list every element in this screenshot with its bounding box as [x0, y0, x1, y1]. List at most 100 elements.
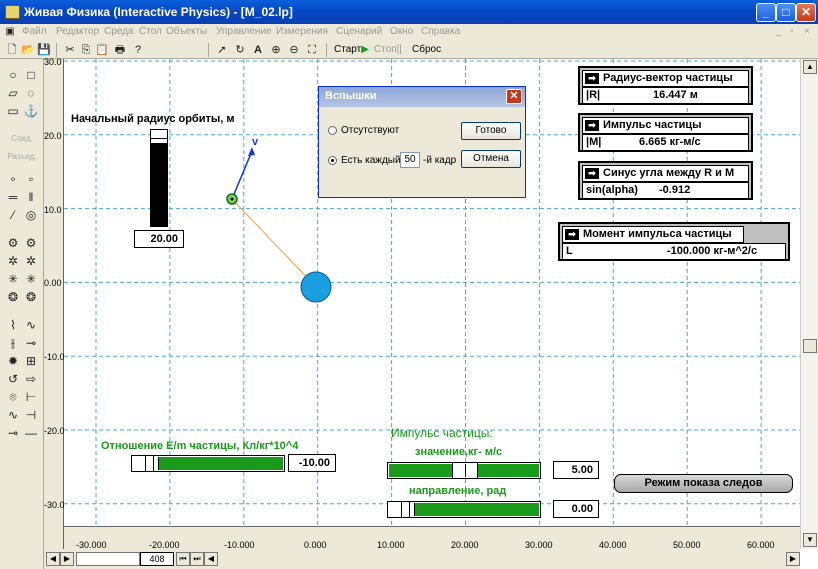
scroll-left-icon[interactable]: ◀	[204, 552, 218, 566]
slot-tool-icon[interactable]: ‖	[23, 189, 39, 205]
slider-knob[interactable]	[452, 463, 478, 478]
dialog-close-icon[interactable]: ✕	[506, 89, 522, 104]
step-forward-icon[interactable]: ⏭	[190, 552, 204, 566]
menu-objects[interactable]: Объекты	[166, 26, 207, 37]
square-tool-icon[interactable]: ▭	[5, 103, 21, 119]
motor-icon[interactable]: ✲	[5, 253, 21, 269]
spring-icon[interactable]: ⌇	[5, 317, 21, 333]
circle-tool-icon[interactable]: ○	[5, 67, 21, 83]
sine-angle-meter[interactable]: ➡ Синус угла между R и M sin(alpha) -0.91…	[578, 161, 753, 200]
step-back-icon[interactable]: ⏮	[176, 552, 190, 566]
scroll-right-icon[interactable]: ▶	[786, 552, 800, 566]
charge-ratio-slider[interactable]	[131, 455, 285, 472]
square-point-icon[interactable]: ▫	[23, 171, 39, 187]
frame-counter[interactable]: 408	[140, 552, 174, 566]
mdi-close-icon[interactable]: ×	[804, 26, 810, 37]
rectangle-tool-icon[interactable]: □	[23, 67, 39, 83]
radius-vector-meter[interactable]: ➡ Радиус-вектор частицы |R| 16.447 м	[578, 66, 753, 105]
frame-scrollbar[interactable]: ◀ ▶ 408 ⏮ ⏭ ◀ ▶	[44, 549, 800, 569]
orbit-radius-value[interactable]: 20.00	[134, 230, 184, 248]
join-button[interactable]: Соед.	[2, 131, 42, 147]
polygon-tool-icon[interactable]: ▱	[5, 85, 21, 101]
paste-icon[interactable]: 📋	[94, 42, 110, 58]
arrow-right-icon[interactable]: ➡	[585, 168, 599, 179]
mdi-minimize-icon[interactable]: _	[776, 26, 782, 37]
cut-icon[interactable]: ✂	[62, 42, 78, 58]
scroll-down-icon[interactable]: ▼	[803, 533, 817, 547]
radio-none[interactable]	[328, 126, 337, 135]
stop-button[interactable]: Стоп||	[374, 44, 402, 55]
menu-window[interactable]: Окно	[390, 26, 413, 37]
pin-joint-icon[interactable]: ⚙	[5, 235, 21, 251]
orbit-slider-knob[interactable]	[151, 138, 167, 144]
rigid-joint-icon[interactable]: ⚙	[23, 235, 39, 251]
menu-editor[interactable]: Редактор	[56, 26, 99, 37]
point-element-icon[interactable]: ∘	[5, 171, 21, 187]
anchor-tool-icon[interactable]: ⚓	[23, 103, 39, 119]
orbit-radius-slider[interactable]	[150, 129, 168, 227]
gear-joint-icon[interactable]: ❂	[5, 289, 21, 305]
zoom-in-icon[interactable]: ⊕	[268, 42, 284, 58]
menu-help[interactable]: Справка	[421, 26, 460, 37]
start-button[interactable]: Старт▶	[334, 44, 369, 55]
rope-tool-icon[interactable]: ⁄	[5, 207, 21, 223]
pulley-tool-icon[interactable]: ◎	[23, 207, 39, 223]
ok-button[interactable]: Готово	[461, 122, 521, 140]
frame-interval-input[interactable]: 50	[400, 152, 420, 168]
menu-script[interactable]: Сценарий	[336, 26, 382, 37]
momentum-direction-slider[interactable]	[387, 501, 541, 518]
force-arrow-icon[interactable]: ⇨	[23, 371, 39, 387]
doc-icon[interactable]: ▣	[2, 24, 18, 40]
arrow-right-icon[interactable]: ➡	[565, 229, 579, 240]
angular-momentum-meter[interactable]: ➡ Момент импульса частицы L -100.000 кг-м…	[558, 222, 790, 261]
menu-measure[interactable]: Измерения	[276, 26, 328, 37]
open-folder-icon[interactable]: 📂	[20, 42, 36, 58]
maximize-button[interactable]: □	[776, 3, 796, 22]
wave-icon[interactable]: ∿	[5, 407, 21, 423]
help-question-icon[interactable]: ?	[130, 42, 146, 58]
momentum-direction-value[interactable]: 0.00	[553, 500, 599, 518]
central-ball[interactable]	[300, 271, 332, 303]
actuator-icon[interactable]: ✲	[23, 253, 39, 269]
copy-icon[interactable]: ⎘	[78, 42, 94, 58]
line-tool-icon[interactable]: —	[23, 425, 39, 441]
wave-spring-icon[interactable]: ∿	[23, 317, 39, 333]
slider-element-icon[interactable]: ⊣	[23, 407, 39, 423]
spring-joint-icon[interactable]: ✳	[5, 271, 21, 287]
scroll-up-icon[interactable]: ▲	[803, 60, 817, 74]
vertical-scroll-thumb[interactable]	[803, 339, 817, 353]
reset-button[interactable]: Сброс	[412, 44, 441, 55]
menu-world[interactable]: Среда	[104, 26, 134, 37]
momentum-magnitude-value[interactable]: 5.00	[553, 461, 599, 479]
text-tool-icon[interactable]: A	[250, 42, 266, 58]
zoom-fit-icon[interactable]: ⛶	[304, 42, 320, 58]
force-box-icon[interactable]: ⊞	[23, 353, 39, 369]
close-button[interactable]: ✕	[796, 3, 816, 22]
mdi-restore-icon[interactable]: ▫	[790, 26, 794, 37]
menu-control[interactable]: Управление	[216, 26, 272, 37]
damper-icon[interactable]: ⫲	[5, 335, 21, 351]
damper-joint-icon[interactable]: ✳	[23, 271, 39, 287]
separator-icon[interactable]: ⊢	[23, 389, 39, 405]
rotate-icon[interactable]: ↻	[232, 42, 248, 58]
curve-tool-icon[interactable]: ◌	[23, 85, 39, 101]
rope-hook-icon[interactable]: ⊸	[5, 425, 21, 441]
momentum-magnitude-slider[interactable]	[387, 462, 541, 479]
rod-tool-icon[interactable]: ═	[5, 189, 21, 205]
wheel-joint-icon[interactable]: ❂	[23, 289, 39, 305]
split-button[interactable]: Разъед.	[2, 149, 42, 165]
vertical-scrollbar[interactable]: ▲ ▼	[800, 59, 818, 549]
rotation-icon[interactable]: ↺	[5, 371, 21, 387]
radio-every[interactable]	[328, 156, 337, 165]
rope-element-icon[interactable]: ⊸	[23, 335, 39, 351]
slider-knob[interactable]	[145, 456, 154, 471]
torque-icon[interactable]: ✹	[5, 353, 21, 369]
new-file-icon[interactable]: 🗋	[4, 42, 20, 58]
trace-mode-button[interactable]: Режим показа следов	[614, 474, 793, 493]
arrow-right-icon[interactable]: ➡	[585, 73, 599, 84]
cancel-button[interactable]: Отмена	[461, 150, 521, 168]
frame-back-icon[interactable]: ◀	[46, 552, 60, 566]
minimize-button[interactable]: _	[756, 3, 776, 22]
meter-icon[interactable]: ⌾	[5, 389, 21, 405]
menu-table[interactable]: Стол	[139, 26, 162, 37]
